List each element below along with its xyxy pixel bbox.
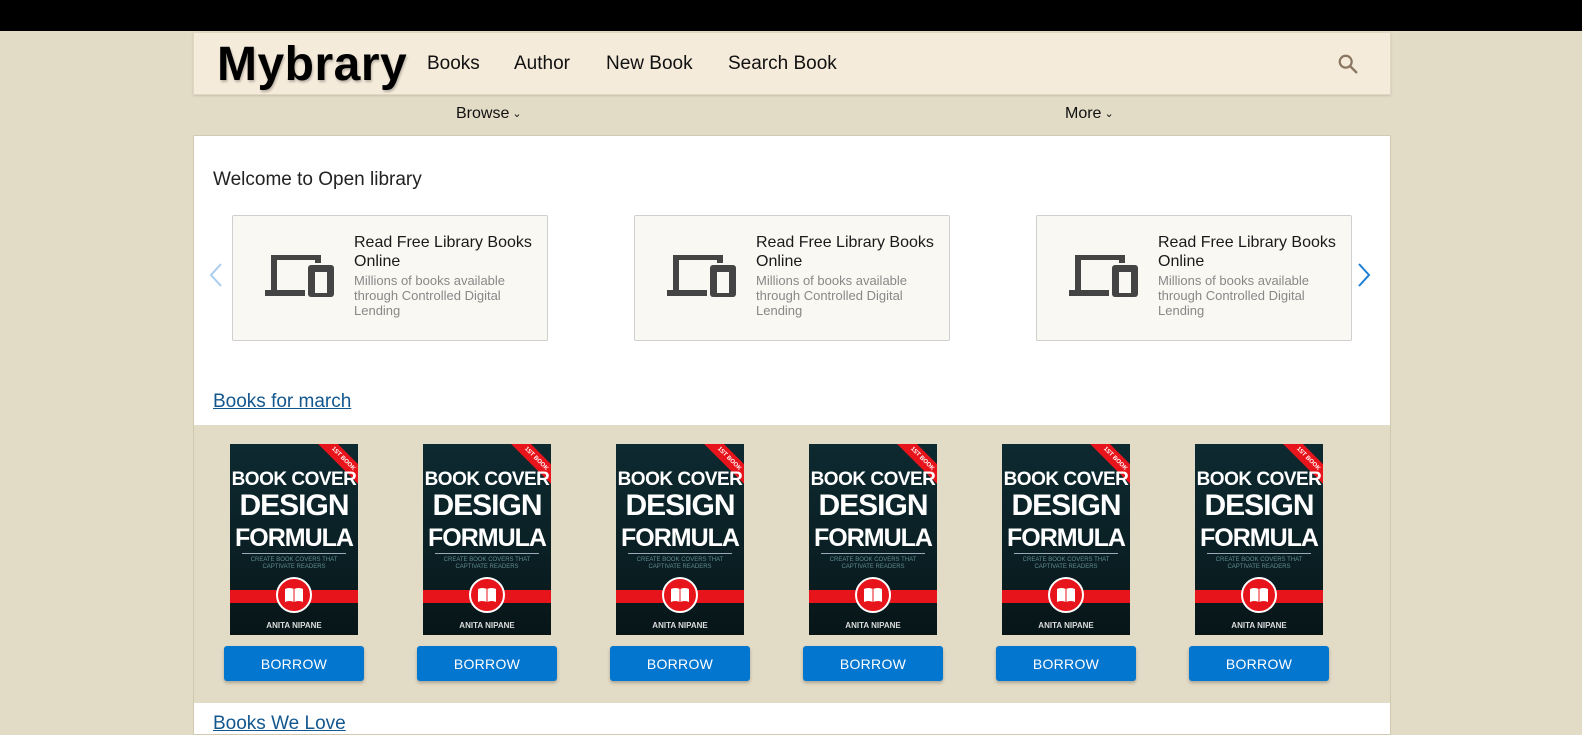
promo-card-description: Millions of books available through Cont… bbox=[354, 273, 506, 318]
cover-line1: BOOK COVER bbox=[1196, 469, 1322, 490]
borrow-button[interactable]: BORROW bbox=[417, 646, 557, 681]
open-book-icon bbox=[1048, 577, 1084, 613]
cover-tagline: CREATE BOOK COVERS THAT CAPTIVATE READER… bbox=[636, 557, 724, 570]
cover-rule bbox=[1207, 553, 1311, 554]
open-book-icon bbox=[1241, 577, 1277, 613]
cover-rule bbox=[435, 553, 539, 554]
devices-icon bbox=[667, 255, 736, 297]
cover-line2: DESIGN bbox=[432, 489, 542, 522]
borrow-button[interactable]: BORROW bbox=[803, 646, 943, 681]
cover-line2: DESIGN bbox=[818, 489, 928, 522]
cover-line2: DESIGN bbox=[239, 489, 349, 522]
chevron-down-icon: ⌄ bbox=[1104, 108, 1114, 120]
open-book-icon bbox=[662, 577, 698, 613]
promo-card-description: Millions of books available through Cont… bbox=[756, 273, 908, 318]
nav-search-book[interactable]: Search Book bbox=[728, 53, 837, 75]
cover-author: ANITA NIPANE bbox=[459, 621, 515, 630]
cover-line1: BOOK COVER bbox=[617, 469, 743, 490]
main-content: Welcome to Open library Read Free Librar… bbox=[193, 135, 1391, 735]
cover-tagline: CREATE BOOK COVERS THAT CAPTIVATE READER… bbox=[443, 557, 531, 570]
cover-line1: BOOK COVER bbox=[231, 469, 357, 490]
promo-card-description: Millions of books available through Cont… bbox=[1158, 273, 1310, 318]
cover-line2: DESIGN bbox=[1011, 489, 1121, 522]
books-we-love-link[interactable]: Books We Love bbox=[213, 713, 346, 735]
cover-author: ANITA NIPANE bbox=[266, 621, 322, 630]
book-cover[interactable]: 1ST BOOK BOOK COVER DESIGN FORMULA CREAT… bbox=[809, 444, 937, 635]
welcome-heading: Welcome to Open library bbox=[213, 169, 422, 190]
cover-author: ANITA NIPANE bbox=[845, 621, 901, 630]
chevron-down-icon: ⌄ bbox=[512, 108, 522, 120]
promo-card[interactable]: Read Free Library Books Online Millions … bbox=[634, 215, 950, 341]
cover-rule bbox=[1014, 553, 1118, 554]
cover-rule bbox=[628, 553, 732, 554]
cover-line3: FORMULA bbox=[428, 524, 547, 552]
cover-line1: BOOK COVER bbox=[810, 469, 936, 490]
cover-author: ANITA NIPANE bbox=[652, 621, 708, 630]
browser-top-bar bbox=[0, 0, 1582, 31]
cover-line2: DESIGN bbox=[1204, 489, 1314, 522]
borrow-button[interactable]: BORROW bbox=[996, 646, 1136, 681]
cover-line1: BOOK COVER bbox=[424, 469, 550, 490]
promo-card-title: Read Free Library Books Online bbox=[756, 234, 934, 270]
open-book-icon bbox=[276, 577, 312, 613]
book-cover[interactable]: 1ST BOOK BOOK COVER DESIGN FORMULA CREAT… bbox=[423, 444, 551, 635]
cover-line2: DESIGN bbox=[625, 489, 735, 522]
nav-books[interactable]: Books bbox=[427, 53, 480, 75]
books-for-march-link[interactable]: Books for march bbox=[213, 391, 351, 413]
site-header: Mybrary Books Author New Book Search Boo… bbox=[193, 32, 1391, 95]
cover-line1: BOOK COVER bbox=[1003, 469, 1129, 490]
book-cover[interactable]: 1ST BOOK BOOK COVER DESIGN FORMULA CREAT… bbox=[616, 444, 744, 635]
cover-tagline: CREATE BOOK COVERS THAT CAPTIVATE READER… bbox=[829, 557, 917, 570]
cover-tagline: CREATE BOOK COVERS THAT CAPTIVATE READER… bbox=[1022, 557, 1110, 570]
open-book-icon bbox=[855, 577, 891, 613]
book-cover[interactable]: 1ST BOOK BOOK COVER DESIGN FORMULA CREAT… bbox=[230, 444, 358, 635]
cover-author: ANITA NIPANE bbox=[1038, 621, 1094, 630]
cover-rule bbox=[821, 553, 925, 554]
cover-tagline: CREATE BOOK COVERS THAT CAPTIVATE READER… bbox=[250, 557, 338, 570]
devices-icon bbox=[1069, 255, 1138, 297]
carousel-next-arrow-icon[interactable] bbox=[1357, 262, 1371, 288]
borrow-button[interactable]: BORROW bbox=[1189, 646, 1329, 681]
browse-menu[interactable]: Browse ⌄ bbox=[456, 105, 522, 123]
promo-card-title: Read Free Library Books Online bbox=[354, 234, 532, 270]
devices-icon bbox=[265, 255, 334, 297]
cover-line3: FORMULA bbox=[1200, 524, 1319, 552]
borrow-button[interactable]: BORROW bbox=[224, 646, 364, 681]
books-carousel: 1ST BOOK BOOK COVER DESIGN FORMULA CREAT… bbox=[194, 425, 1390, 703]
cover-line3: FORMULA bbox=[1007, 524, 1126, 552]
promo-card[interactable]: Read Free Library Books Online Millions … bbox=[1036, 215, 1352, 341]
cover-line3: FORMULA bbox=[235, 524, 354, 552]
site-logo[interactable]: Mybrary bbox=[217, 37, 407, 92]
browse-label: Browse bbox=[456, 105, 510, 122]
promo-card-title: Read Free Library Books Online bbox=[1158, 234, 1336, 270]
search-icon[interactable] bbox=[1337, 53, 1359, 75]
borrow-button[interactable]: BORROW bbox=[610, 646, 750, 681]
carousel-prev-arrow-icon[interactable] bbox=[209, 262, 223, 288]
book-cover[interactable]: 1ST BOOK BOOK COVER DESIGN FORMULA CREAT… bbox=[1195, 444, 1323, 635]
cover-line3: FORMULA bbox=[814, 524, 933, 552]
open-book-icon bbox=[469, 577, 505, 613]
cover-line3: FORMULA bbox=[621, 524, 740, 552]
more-label: More bbox=[1065, 105, 1102, 122]
more-menu[interactable]: More ⌄ bbox=[1065, 105, 1114, 123]
book-cover[interactable]: 1ST BOOK BOOK COVER DESIGN FORMULA CREAT… bbox=[1002, 444, 1130, 635]
cover-author: ANITA NIPANE bbox=[1231, 621, 1287, 630]
cover-rule bbox=[242, 553, 346, 554]
nav-author[interactable]: Author bbox=[514, 53, 570, 75]
cover-tagline: CREATE BOOK COVERS THAT CAPTIVATE READER… bbox=[1215, 557, 1303, 570]
promo-card[interactable]: Read Free Library Books Online Millions … bbox=[232, 215, 548, 341]
nav-new-book[interactable]: New Book bbox=[606, 53, 693, 75]
